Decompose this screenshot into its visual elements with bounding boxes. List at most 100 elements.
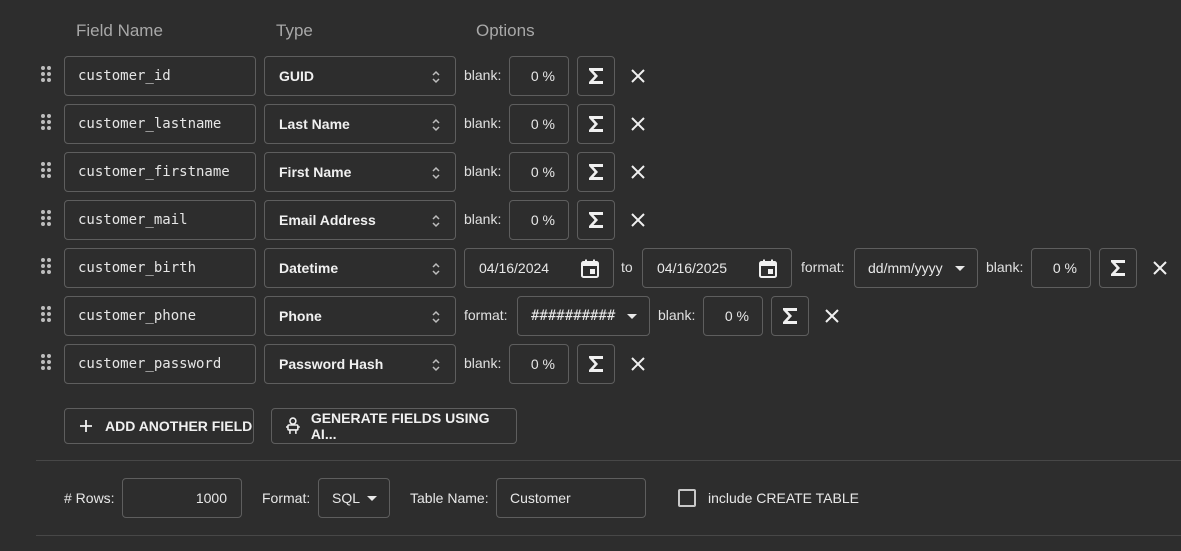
output-format-dropdown[interactable]: SQL [318, 478, 390, 518]
sigma-icon [589, 356, 603, 372]
formula-button[interactable] [577, 104, 615, 144]
plus-icon [80, 420, 92, 432]
field-type-select[interactable]: GUID [264, 56, 456, 96]
unfold-icon [432, 166, 440, 180]
blank-percent-input[interactable]: 0 % [509, 152, 569, 192]
table-name-label: Table Name: [410, 490, 489, 506]
field-name-input[interactable]: customer_firstname [64, 152, 256, 192]
format-label: Format: [262, 490, 311, 506]
drag-handle-icon[interactable] [41, 306, 53, 324]
create-table-checkbox[interactable] [678, 489, 696, 507]
date-to-input[interactable]: 04/16/2025 [642, 248, 792, 288]
drag-handle-icon[interactable] [41, 162, 53, 180]
drag-handle-icon[interactable] [41, 210, 53, 228]
field-name-input[interactable]: customer_password [64, 344, 256, 384]
blank-percent-input[interactable]: 0 % [509, 104, 569, 144]
unfold-icon [432, 310, 440, 324]
blank-label: blank: [464, 211, 502, 227]
field-name-input[interactable]: customer_id [64, 56, 256, 96]
field-type-select[interactable]: Password Hash [264, 344, 456, 384]
sigma-icon [589, 164, 603, 180]
generate-ai-button[interactable]: GENERATE FIELDS USING AI... [271, 408, 517, 444]
blank-label: blank: [464, 355, 502, 371]
add-field-button[interactable]: ADD ANOTHER FIELD [64, 408, 254, 444]
field-name-input[interactable]: customer_lastname [64, 104, 256, 144]
rows-label: # Rows: [64, 490, 115, 506]
field-type-value: GUID [279, 68, 314, 84]
close-icon[interactable] [629, 115, 647, 133]
blank-percent-input[interactable]: 0 % [1031, 248, 1091, 288]
divider [36, 460, 1181, 461]
drag-handle-icon[interactable] [41, 354, 53, 372]
blank-label: blank: [464, 115, 502, 131]
formula-button[interactable] [771, 296, 809, 336]
unfold-icon [432, 214, 440, 228]
sigma-icon [1111, 260, 1125, 276]
blank-percent-input[interactable]: 0 % [509, 344, 569, 384]
generate-ai-label: GENERATE FIELDS USING AI... [310, 410, 490, 442]
formula-button[interactable] [577, 344, 615, 384]
unfold-icon [432, 118, 440, 132]
format-dropdown[interactable]: dd/mm/yyyy [854, 248, 978, 288]
header-options: Options [476, 21, 535, 40]
field-type-select[interactable]: Datetime [264, 248, 456, 288]
field-type-select[interactable]: Email Address [264, 200, 456, 240]
field-name-input[interactable]: customer_phone [64, 296, 256, 336]
field-type-value: Datetime [279, 260, 339, 276]
rows-input[interactable]: 1000 [122, 478, 242, 518]
field-type-value: First Name [279, 164, 352, 180]
to-label: to [621, 259, 633, 275]
header-field-name: Field Name [76, 21, 163, 40]
close-icon[interactable] [629, 163, 647, 181]
calendar-icon[interactable] [757, 258, 779, 280]
sigma-icon [783, 308, 797, 324]
formula-button[interactable] [577, 152, 615, 192]
field-type-value: Phone [279, 308, 322, 324]
date-to-value: 04/16/2025 [657, 260, 728, 276]
format-value: dd/mm/yyyy [868, 260, 943, 276]
unfold-icon [432, 358, 440, 372]
formula-button[interactable] [1099, 248, 1137, 288]
formula-button[interactable] [577, 56, 615, 96]
close-icon[interactable] [823, 307, 841, 325]
sigma-icon [589, 212, 603, 228]
divider [36, 535, 1181, 536]
format-dropdown[interactable]: ########## [517, 296, 650, 336]
field-type-value: Password Hash [279, 356, 384, 372]
field-type-select[interactable]: Last Name [264, 104, 456, 144]
drag-handle-icon[interactable] [41, 258, 53, 276]
close-icon[interactable] [1151, 259, 1169, 277]
format-value: ########## [531, 308, 616, 324]
field-type-select[interactable]: First Name [264, 152, 456, 192]
unfold-icon [432, 70, 440, 84]
drag-handle-icon[interactable] [41, 114, 53, 132]
add-field-label: ADD ANOTHER FIELD [105, 418, 253, 434]
field-row: customer_lastname Last Name blank: 0 % [0, 104, 1181, 144]
close-icon[interactable] [629, 211, 647, 229]
close-icon[interactable] [629, 67, 647, 85]
blank-label: blank: [658, 307, 696, 323]
caret-down-icon [367, 496, 377, 501]
robot-icon [285, 417, 300, 434]
field-type-value: Email Address [279, 212, 376, 228]
blank-label: blank: [464, 67, 502, 83]
drag-handle-icon[interactable] [41, 66, 53, 84]
create-table-label: include CREATE TABLE [708, 490, 859, 506]
blank-percent-input[interactable]: 0 % [703, 296, 763, 336]
format-label: format: [801, 259, 845, 275]
field-name-input[interactable]: customer_mail [64, 200, 256, 240]
field-name-input[interactable]: customer_birth [64, 248, 256, 288]
table-name-input[interactable]: Customer [496, 478, 646, 518]
calendar-icon[interactable] [579, 258, 601, 280]
blank-percent-input[interactable]: 0 % [509, 200, 569, 240]
field-type-select[interactable]: Phone [264, 296, 456, 336]
formula-button[interactable] [577, 200, 615, 240]
blank-percent-input[interactable]: 0 % [509, 56, 569, 96]
field-row: customer_firstname First Name blank: 0 % [0, 152, 1181, 192]
output-format-value: SQL [332, 490, 361, 506]
format-label: format: [464, 307, 508, 323]
close-icon[interactable] [629, 355, 647, 373]
sigma-icon [589, 116, 603, 132]
date-from-input[interactable]: 04/16/2024 [464, 248, 614, 288]
sigma-icon [589, 68, 603, 84]
